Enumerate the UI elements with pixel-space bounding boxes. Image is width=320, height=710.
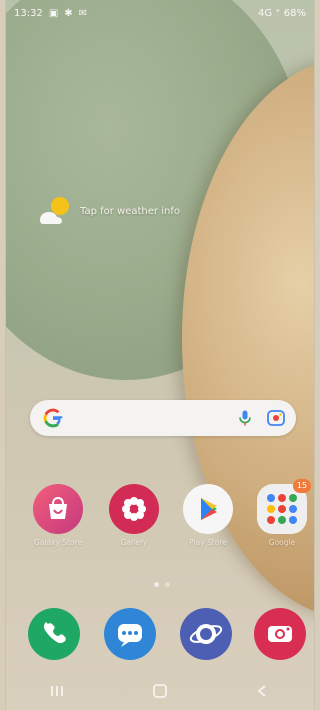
home-icon[interactable] [140, 676, 180, 706]
messages-icon [118, 624, 142, 647]
status-bar: 13:32 ▣ ✱ ✉ 4G ⁺ 68% [6, 0, 314, 26]
gallery-flower-icon [109, 484, 159, 534]
google-g-icon [42, 407, 64, 429]
app-google-folder[interactable]: 15 Google [252, 479, 312, 547]
app-galaxy-store[interactable]: Galaxy Store [28, 484, 88, 547]
app-label: Play Store [189, 538, 227, 547]
home-screen: 13:32 ▣ ✱ ✉ 4G ⁺ 68% Tap for weather inf… [6, 0, 314, 710]
weather-widget[interactable]: Tap for weather info [34, 194, 180, 228]
settings-notification-icon: ✱ [64, 7, 73, 19]
google-folder-icon: 15 [257, 479, 311, 534]
page-dot-active [154, 582, 159, 587]
recent-apps-icon[interactable] [37, 676, 77, 706]
search-input[interactable] [70, 406, 224, 432]
dock-internet[interactable] [180, 608, 232, 660]
internet-planet-icon [189, 624, 223, 644]
weather-icon [34, 194, 74, 228]
navigation-bar [6, 672, 314, 710]
play-store-icon [183, 484, 233, 534]
app-label: Gallery [120, 538, 148, 547]
status-right-text: 4G ⁺ 68% [258, 7, 306, 19]
page-dot [165, 582, 170, 587]
dock-phone[interactable] [28, 608, 80, 660]
dock-camera[interactable] [254, 608, 306, 660]
mic-icon[interactable] [236, 409, 254, 427]
notification-badge: 15 [293, 479, 311, 493]
status-time: 13:32 [14, 7, 43, 19]
google-lens-icon[interactable] [266, 408, 286, 428]
app-gallery[interactable]: Gallery [104, 484, 164, 547]
camera-icon [268, 626, 292, 642]
back-icon[interactable] [243, 676, 283, 706]
page-indicator [154, 582, 170, 587]
shopping-bag-icon [33, 484, 83, 534]
gallery-notification-icon: ▣ [48, 7, 59, 19]
app-play-store[interactable]: Play Store [178, 484, 238, 547]
notification-icon: ✉ [78, 7, 88, 19]
dock-messages[interactable] [104, 608, 156, 660]
weather-text: Tap for weather info [80, 205, 180, 217]
google-search-bar[interactable] [30, 400, 296, 436]
app-label: Google [268, 538, 296, 547]
phone-icon [43, 622, 66, 644]
app-label: Galaxy Store [33, 538, 83, 547]
